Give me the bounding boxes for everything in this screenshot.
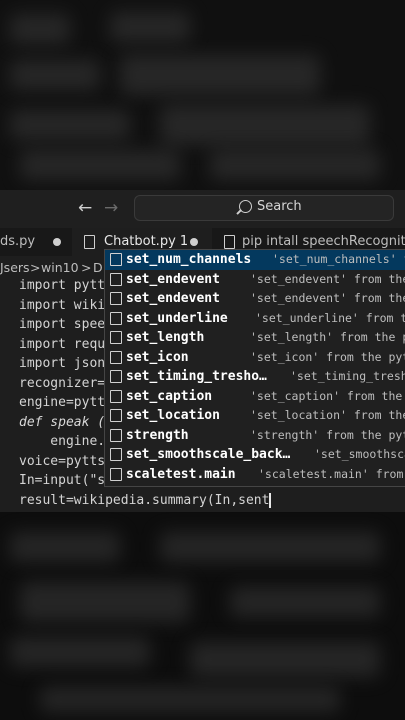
suggestion-label: set_icon xyxy=(126,349,189,365)
code-editor-window: ← → Search ds.py Chatbot.py 1 pip intall… xyxy=(0,190,405,512)
suggestion-item[interactable]: set_num_channels 'set_num_channels' f xyxy=(105,250,405,270)
code-line: import pytt xyxy=(19,278,106,293)
symbol-icon xyxy=(110,428,122,442)
chevron-right-icon: > xyxy=(30,260,41,275)
suggestion-label: set_underline xyxy=(126,310,228,326)
code-line: import json xyxy=(19,356,106,371)
suggestion-label: set_endevent xyxy=(126,271,220,287)
suggestion-item[interactable]: set_timing_tresho… 'set_timing_tresh xyxy=(105,367,405,387)
file-icon xyxy=(84,235,95,249)
suggestion-item[interactable]: set_smoothscale_back… 'set_smoothsca xyxy=(105,445,405,465)
suggestion-label: scaletest.main xyxy=(126,466,236,482)
symbol-icon xyxy=(110,370,122,383)
symbol-icon xyxy=(110,253,122,266)
unsaved-dot-icon[interactable] xyxy=(190,238,198,246)
code-line: import requ xyxy=(19,336,106,352)
unsaved-dot-icon[interactable] xyxy=(53,238,61,246)
symbol-icon xyxy=(110,448,122,461)
code-line: engine=pytt xyxy=(19,395,106,410)
suggestion-detail: 'set_endevent' from the xyxy=(250,271,405,286)
suggestion-label: set_caption xyxy=(126,388,213,404)
search-label: Search xyxy=(257,199,302,214)
suggestion-detail: 'set_num_channels' f xyxy=(272,252,405,266)
suggestion-item[interactable]: set_endevent 'set_endevent' from the xyxy=(105,270,405,290)
suggestion-label: set_timing_tresho… xyxy=(126,369,267,384)
suggestion-item[interactable]: set_caption 'set_caption' from the xyxy=(105,387,405,407)
suggestion-label: strength xyxy=(126,427,189,443)
suggestion-item[interactable]: set_underline 'set_underline' from th xyxy=(105,309,405,329)
forward-arrow-icon[interactable]: → xyxy=(104,198,118,218)
suggestion-detail: 'scaletest.main' from xyxy=(258,466,404,481)
suggestion-item[interactable]: set_icon 'set_icon' from the pyt xyxy=(105,348,405,368)
suggestion-item[interactable]: set_length 'set_length' from the p xyxy=(105,328,405,348)
title-bar: ← → Search xyxy=(0,190,405,228)
symbol-icon xyxy=(110,350,122,364)
blurred-background-bottom xyxy=(0,512,405,720)
symbol-icon xyxy=(110,389,122,403)
breadcrumb-item[interactable]: D xyxy=(93,260,103,275)
autocomplete-suggest-widget: set_num_channels 'set_num_channels' f se… xyxy=(104,249,405,487)
symbol-icon xyxy=(110,311,122,325)
chevron-right-icon: > xyxy=(81,260,92,275)
symbol-icon xyxy=(110,409,122,422)
suggestion-item[interactable]: set_endevent 'set_endevent' from the xyxy=(105,289,405,309)
symbol-icon xyxy=(110,331,122,344)
suggestion-item[interactable]: set_location 'set_location' from the xyxy=(105,406,405,426)
suggestion-detail: 'set_length' from the p xyxy=(250,330,405,344)
suggestion-item[interactable]: strength 'strength' from the pyt xyxy=(105,426,405,446)
search-icon xyxy=(239,200,252,213)
blurred-background-top xyxy=(0,0,405,190)
suggestion-detail: 'set_endevent' from the xyxy=(250,291,405,305)
code-line: In=input("s xyxy=(19,473,106,488)
symbol-icon xyxy=(110,292,122,305)
code-line: def speak ( xyxy=(19,414,106,430)
suggestion-detail: 'set_icon' from the pyt xyxy=(250,349,405,364)
suggestion-label: set_num_channels xyxy=(126,252,252,267)
symbol-icon xyxy=(110,467,122,481)
suggestion-label: set_length xyxy=(126,330,205,345)
command-center-search[interactable]: Search xyxy=(134,195,394,221)
suggestion-label: set_location xyxy=(126,408,220,423)
suggestion-detail: 'set_timing_tresh xyxy=(290,369,405,383)
suggestion-item[interactable]: scaletest.main 'scaletest.main' from xyxy=(105,465,405,485)
suggestion-label: set_smoothscale_back… xyxy=(126,447,291,462)
code-line-current: result=wikipedia.summary(In,sent xyxy=(19,491,271,511)
tab-label: ds.py xyxy=(0,234,36,249)
suggestion-detail: 'set_location' from the xyxy=(250,408,405,422)
suggestion-detail: 'set_caption' from the xyxy=(250,388,403,403)
breadcrumb-item[interactable]: win10 xyxy=(41,260,79,275)
code-line-text: result=wikipedia.summary(In,sent xyxy=(19,492,270,508)
symbol-icon xyxy=(110,272,122,286)
back-arrow-icon[interactable]: ← xyxy=(78,198,92,218)
file-icon xyxy=(224,235,235,249)
suggestion-label: set_endevent xyxy=(126,291,220,306)
suggestion-detail: 'strength' from the pyt xyxy=(250,427,405,442)
suggestion-detail: 'set_underline' from th xyxy=(255,310,405,325)
breadcrumb-item[interactable]: Jsers xyxy=(0,260,30,275)
code-line: import wiki xyxy=(19,297,106,313)
suggestion-detail: 'set_smoothsca xyxy=(314,447,405,461)
code-line: recognizer= xyxy=(19,375,106,391)
text-cursor xyxy=(269,492,271,508)
code-line: voice=pytts xyxy=(19,453,106,469)
code-line: import spee xyxy=(19,317,106,332)
code-line: engine. xyxy=(19,434,106,449)
